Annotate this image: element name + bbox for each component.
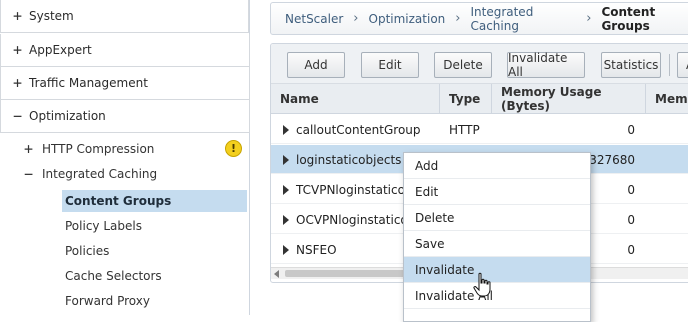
expand-row-icon[interactable] <box>283 245 289 255</box>
nav-item-label: System <box>29 9 74 23</box>
scroll-left-icon[interactable] <box>274 270 279 278</box>
nav-item-system[interactable]: + System <box>0 0 249 33</box>
breadcrumb-separator-icon: › <box>586 11 592 26</box>
nav-item-label: Traffic Management <box>29 76 148 90</box>
scrollbar-thumb[interactable] <box>285 270 415 277</box>
table-header: Name Type Memory Usage (Bytes) Memo <box>271 84 688 114</box>
warning-icon[interactable]: ! <box>225 140 242 157</box>
column-header-type[interactable]: Type <box>440 84 492 114</box>
breadcrumb-separator-icon: › <box>455 11 461 26</box>
menu-item-invalidate[interactable]: Invalidate <box>404 257 590 283</box>
edit-button[interactable]: Edit <box>361 52 419 78</box>
nav-leaf-policies[interactable]: Policies <box>62 240 247 262</box>
breadcrumb-content-groups: Content Groups <box>601 4 656 33</box>
expand-plus-icon[interactable]: + <box>13 9 27 24</box>
nav-subitem-integrated-caching[interactable]: − Integrated Caching <box>0 162 250 186</box>
nav-subitem-http-compression[interactable]: + HTTP Compression <box>0 137 250 161</box>
hand-pointer-icon <box>473 272 491 297</box>
statistics-button[interactable]: Statistics <box>601 52 661 78</box>
menu-item-add[interactable]: Add <box>404 153 590 179</box>
collapse-minus-icon[interactable]: − <box>13 109 27 124</box>
row-memory-usage: 0 <box>627 122 635 137</box>
context-menu: Add Edit Delete Save Invalidate Invalida… <box>403 152 591 322</box>
expand-row-icon[interactable] <box>283 155 289 165</box>
expand-plus-icon[interactable]: + <box>13 43 27 58</box>
row-name: loginstaticobjects <box>296 152 402 167</box>
breadcrumb-integrated-caching[interactable]: Integrated Caching <box>470 5 576 33</box>
expand-row-icon[interactable] <box>283 125 289 135</box>
breadcrumb-netscaler[interactable]: NetScaler <box>285 12 343 26</box>
invalidate-all-button[interactable]: Invalidate All <box>507 51 585 79</box>
row-name: OCVPNloginstaticob <box>296 212 416 227</box>
table-row[interactable]: calloutContentGroup HTTP 0 <box>271 115 688 144</box>
navigation-sidebar: + System + AppExpert + Traffic Managemen… <box>0 0 250 315</box>
nav-item-optimization[interactable]: − Optimization <box>0 100 250 133</box>
nav-leaf-cache-selectors[interactable]: Cache Selectors <box>62 265 247 287</box>
column-header-memory-usage[interactable]: Memory Usage (Bytes) <box>492 84 646 114</box>
row-name: calloutContentGroup <box>296 122 421 137</box>
column-header-memory[interactable]: Memo <box>646 84 688 114</box>
nav-leaf-policy-labels[interactable]: Policy Labels <box>62 215 247 237</box>
toolbar-divider <box>669 54 670 76</box>
nav-subitem-label: Integrated Caching <box>42 167 158 181</box>
column-header-name[interactable]: Name <box>271 84 440 114</box>
row-name: NSFEO <box>296 242 337 257</box>
delete-button[interactable]: Delete <box>434 52 492 78</box>
expand-plus-icon[interactable]: + <box>13 76 27 91</box>
nav-item-appexpert[interactable]: + AppExpert <box>0 34 250 67</box>
menu-item-edit[interactable]: Edit <box>404 179 590 205</box>
toolbar: Add Edit Delete Invalidate All Statistic… <box>271 44 688 84</box>
expand-row-icon[interactable] <box>283 185 289 195</box>
expand-row-icon[interactable] <box>283 215 289 225</box>
add-button[interactable]: Add <box>287 52 345 78</box>
menu-item-save[interactable]: Save <box>404 231 590 257</box>
breadcrumb-separator-icon: › <box>353 11 359 26</box>
collapse-minus-icon[interactable]: − <box>24 167 38 182</box>
breadcrumb: NetScaler › Optimization › Integrated Ca… <box>270 2 688 35</box>
nav-leaf-forward-proxy[interactable]: Forward Proxy <box>62 290 247 312</box>
menu-item-invalidate-all[interactable]: Invalidate All <box>404 283 590 309</box>
nav-subitem-label: HTTP Compression <box>42 142 155 156</box>
breadcrumb-optimization[interactable]: Optimization <box>369 12 446 26</box>
expand-plus-icon[interactable]: + <box>24 142 38 157</box>
action-button[interactable]: A <box>677 52 688 78</box>
nav-item-label: Optimization <box>29 109 106 123</box>
nav-item-traffic-management[interactable]: + Traffic Management <box>0 67 250 100</box>
row-type: HTTP <box>449 122 480 137</box>
menu-item-delete[interactable]: Delete <box>404 205 590 231</box>
nav-leaf-content-groups[interactable]: Content Groups <box>62 190 247 212</box>
nav-item-label: AppExpert <box>29 43 92 57</box>
row-name: TCVPNloginstaticobj <box>296 182 416 197</box>
